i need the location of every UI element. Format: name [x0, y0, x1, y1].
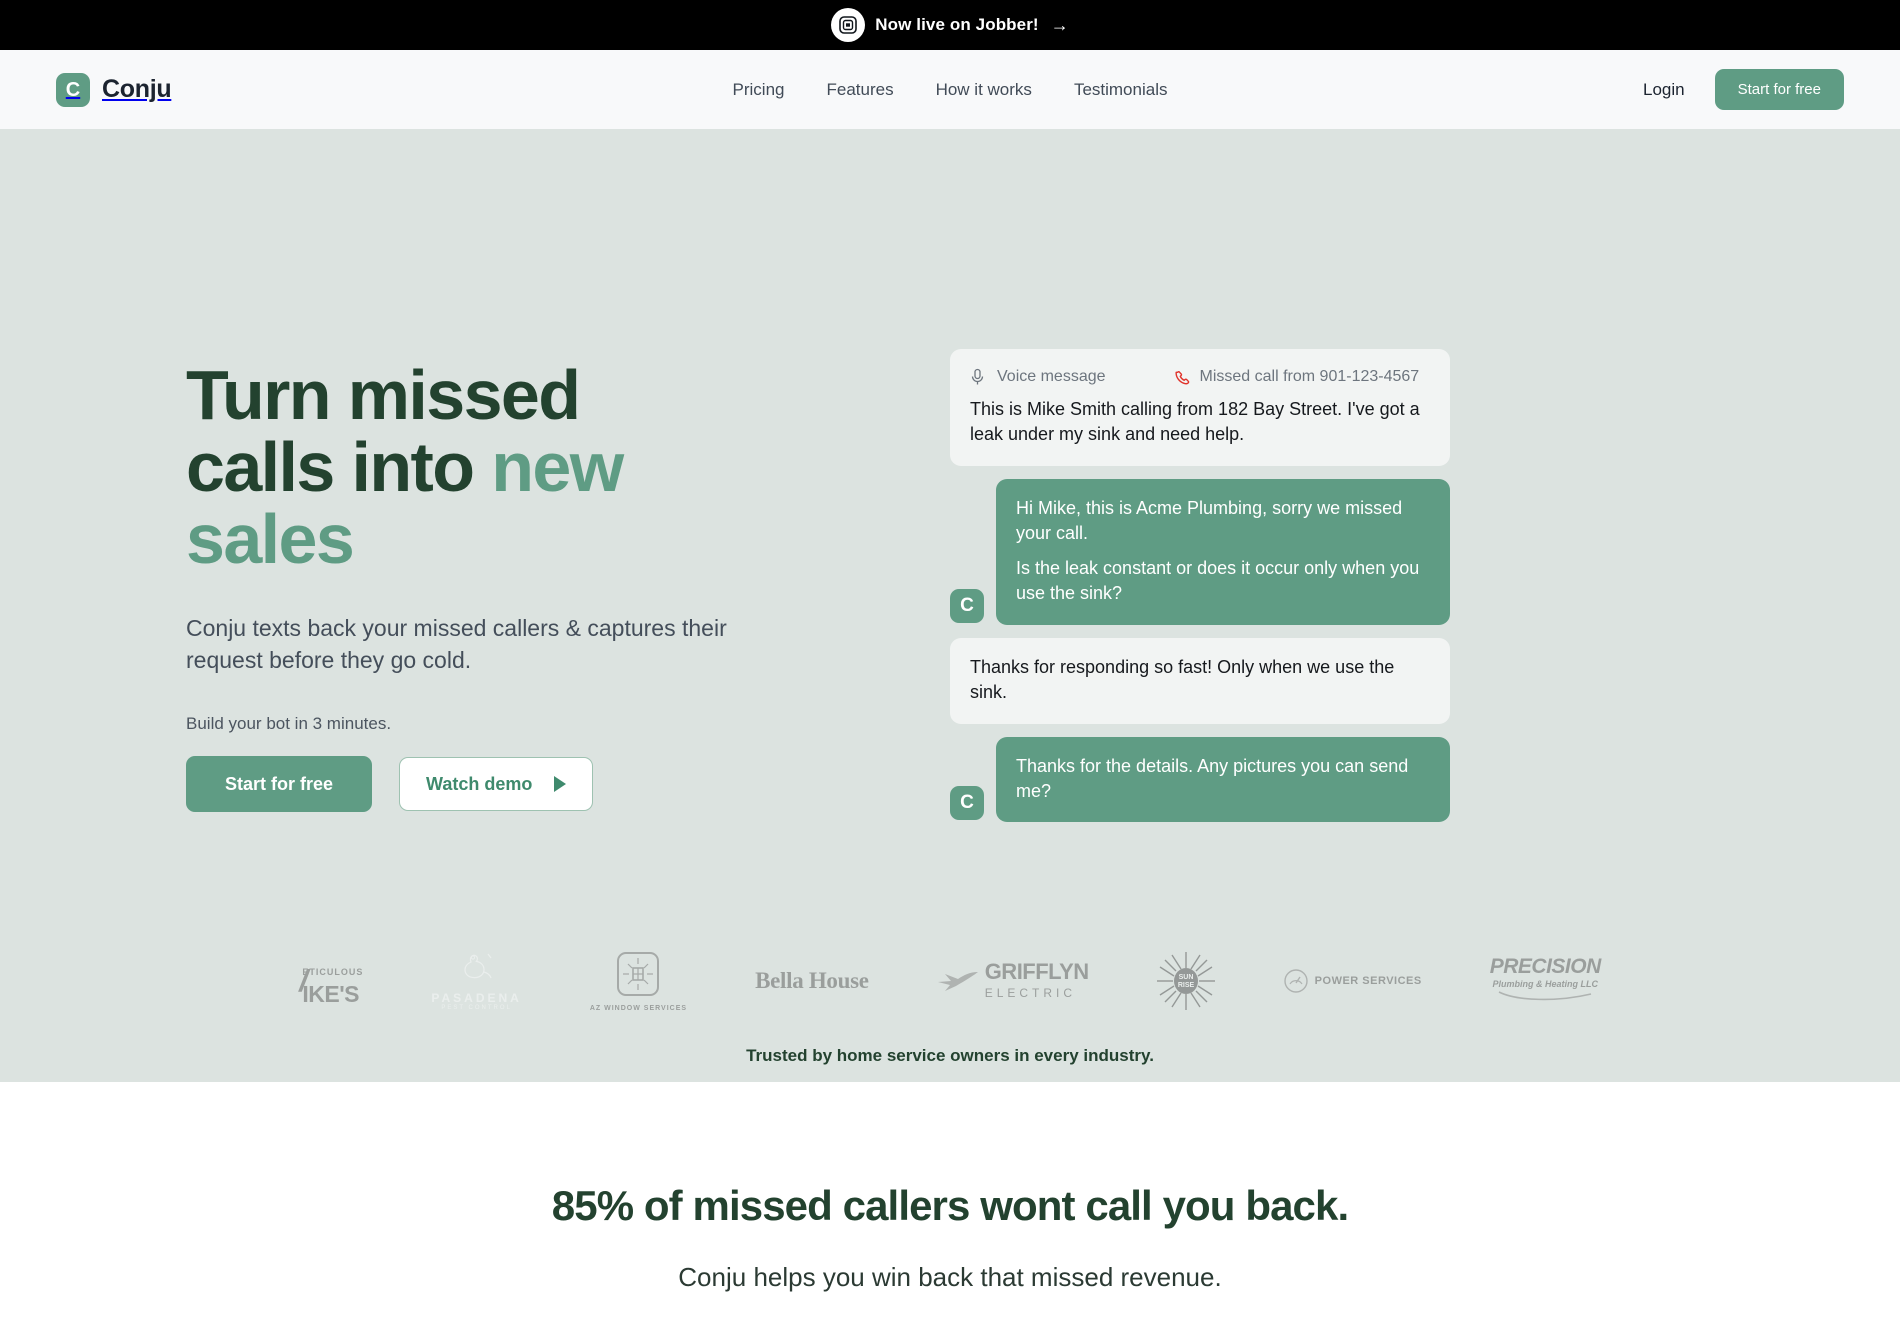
logo-meticulous-mikes: / ETICULOUS IKE'S [299, 949, 363, 1013]
chat-message-line: Hi Mike, this is Acme Plumbing, sorry we… [1016, 497, 1403, 543]
site-header: C Conju Pricing Features How it works Te… [0, 50, 1900, 129]
main-nav: Pricing Features How it works Testimonia… [733, 80, 1168, 100]
window-sun-icon [617, 951, 660, 996]
hero-title: Turn missed calls into new sales [186, 359, 686, 575]
announcement-text: Now live on Jobber! [875, 15, 1039, 34]
logo-text-main: Bella House [755, 968, 869, 993]
logo-text-top: ETICULOUS [302, 967, 364, 977]
logo-precision-plumbing: PRECISION Plumbing & Heating LLC [1490, 949, 1601, 1013]
bird-icon [937, 972, 978, 991]
logo-grifflyn-electric: GRIFFLYN ELECTRIC [937, 949, 1089, 1013]
avatar: C [950, 589, 984, 624]
svg-text:RISE: RISE [1178, 982, 1195, 989]
missed-call-group: Missed call from 901-123-4567 [1174, 366, 1420, 388]
chat-preview: Voice message Missed call from 901-123-4… [950, 259, 1450, 823]
stats-subline: Conju helps you win back that missed rev… [678, 1262, 1222, 1292]
missed-call-label: Missed call from 901-123-4567 [1199, 368, 1420, 385]
hero-copy: Turn missed calls into new sales Conju t… [186, 259, 886, 822]
logo-text-sub: Plumbing & Heating LLC [1492, 979, 1598, 989]
nav-item-testimonials[interactable]: Testimonials [1074, 80, 1168, 100]
chat-message-incoming: Thanks for responding so fast! Only when… [950, 638, 1450, 724]
logo-text-sub: ELECTRIC [984, 985, 1077, 1000]
announcement-bar[interactable]: Now live on Jobber! → [0, 0, 1900, 50]
play-icon [554, 776, 567, 793]
chat-message-text: This is Mike Smith calling from 182 Bay … [970, 399, 1420, 444]
gauge-icon [1283, 969, 1308, 993]
logo-az-window-services: AZ WINDOW SERVICES [590, 949, 687, 1013]
brand-logo[interactable]: C Conju [56, 72, 172, 107]
watch-demo-label: Watch demo [426, 774, 533, 795]
client-logos-section: / ETICULOUS IKE'S PASADENA PEST CONTROL … [0, 949, 1900, 1066]
chat-row-outgoing: C Hi Mike, this is Acme Plumbing, sorry … [950, 478, 1450, 626]
arrow-right-icon: → [1050, 15, 1069, 35]
chat-message-line: Is the leak constant or does it occur on… [1016, 558, 1420, 604]
logo-bella-house: Bella House [755, 949, 869, 1013]
logo-text-main: GRIFFLYN [984, 958, 1089, 984]
logo-text-sub: AZ WINDOW SERVICES [589, 1004, 688, 1012]
hero-cta-row: Start for free Watch demo [186, 756, 886, 813]
nav-item-how-it-works[interactable]: How it works [936, 80, 1032, 100]
chat-message-text: Thanks for responding so fast! Only when… [970, 657, 1395, 702]
chat-row-outgoing: C Thanks for the details. Any pictures y… [950, 736, 1450, 823]
rodent-icon [464, 953, 492, 978]
stats-section: 85% of missed callers wont call you back… [0, 1082, 1900, 1293]
logo-text-main: PASADENA [431, 990, 522, 1005]
voice-message-label: Voice message [997, 368, 1106, 385]
chat-message-outgoing: Hi Mike, this is Acme Plumbing, sorry we… [996, 478, 1450, 626]
header-actions: Login Start for free [1643, 69, 1844, 110]
microphone-icon [970, 368, 985, 386]
brand-mark-icon: C [56, 72, 90, 107]
hero-note: Build your bot in 3 minutes. [186, 714, 392, 734]
phone-missed-icon [1174, 369, 1191, 386]
sunburst-icon: SUN RISE [1156, 952, 1215, 1010]
swoosh-icon [1498, 991, 1592, 1001]
logo-text-main: IKE'S [302, 981, 360, 1007]
client-logos-row: / ETICULOUS IKE'S PASADENA PEST CONTROL … [0, 949, 1900, 1013]
watch-demo-button[interactable]: Watch demo [399, 757, 594, 812]
login-link[interactable]: Login [1643, 80, 1685, 100]
logo-pasadena-pest-control: PASADENA PEST CONTROL [431, 949, 521, 1013]
chat-message-outgoing: Thanks for the details. Any pictures you… [996, 736, 1450, 823]
svg-text:SUN: SUN [1178, 974, 1193, 981]
logo-power-services: POWER SERVICES [1283, 949, 1422, 1013]
avatar: C [950, 786, 984, 821]
logo-sun-rise: SUN RISE [1156, 949, 1215, 1013]
jobber-logo-icon [831, 8, 866, 42]
voice-message-header: Voice message Missed call from 901-123-4… [970, 366, 1430, 388]
nav-item-pricing[interactable]: Pricing [733, 80, 785, 100]
stats-headline: 85% of missed callers wont call you back… [551, 1182, 1349, 1229]
hero-subtitle: Conju texts back your missed callers & c… [186, 615, 727, 673]
chat-message-line: Thanks for the details. Any pictures you… [1016, 755, 1409, 801]
trusted-by-text: Trusted by home service owners in every … [746, 1046, 1154, 1065]
logo-text-main: PRECISION [1489, 955, 1602, 978]
nav-item-features[interactable]: Features [826, 80, 893, 100]
hero-section: Turn missed calls into new sales Conju t… [0, 129, 1900, 1082]
logo-text-sub: PEST CONTROL [441, 1004, 512, 1011]
hero-start-for-free-button[interactable]: Start for free [186, 756, 373, 813]
brand-name: Conju [102, 75, 172, 103]
header-start-for-free-button[interactable]: Start for free [1714, 69, 1844, 110]
logo-text-main: POWER SERVICES [1314, 975, 1422, 987]
chat-message-voice: Voice message Missed call from 901-123-4… [950, 349, 1450, 466]
